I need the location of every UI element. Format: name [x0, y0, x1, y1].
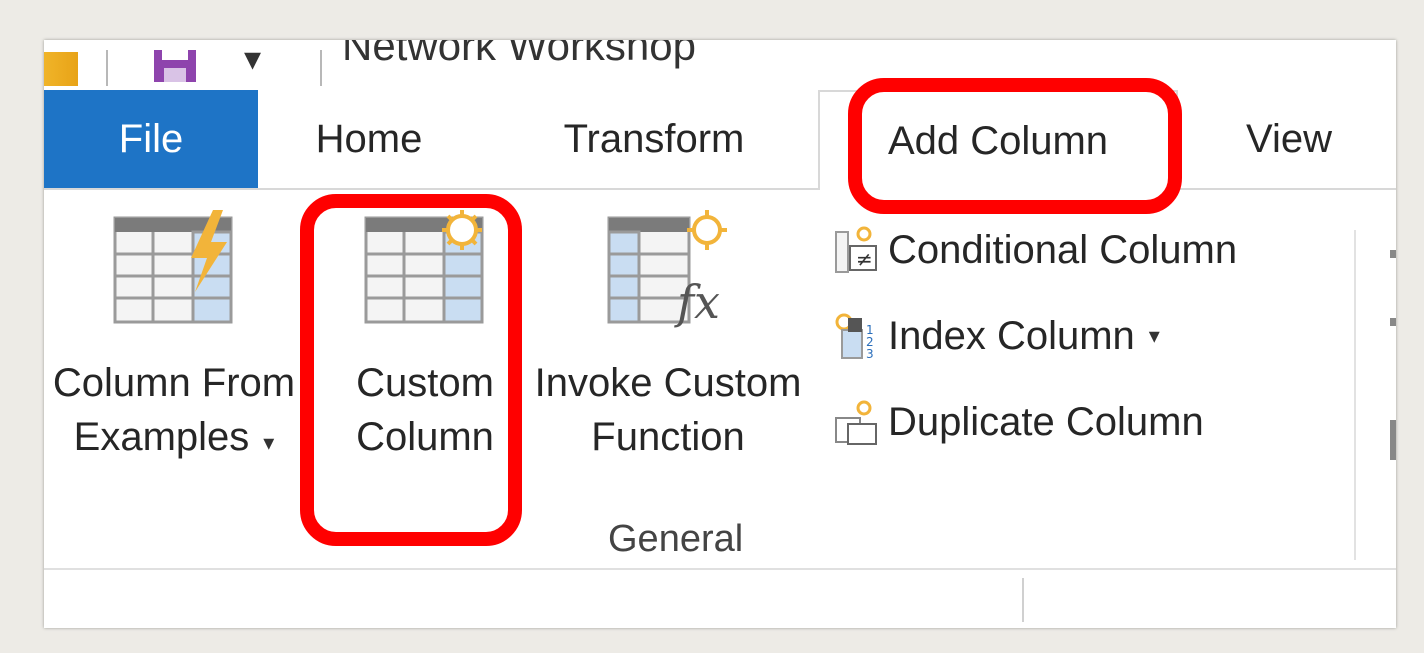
- column-from-examples-label-text: Examples: [73, 415, 250, 459]
- conditional-column-label: Conditional Column: [888, 227, 1238, 272]
- column-from-examples-label-line2: Examples ▾: [44, 410, 304, 470]
- conditional-column-button[interactable]: ≠ Conditional Column: [834, 220, 1237, 280]
- highlight-custom-column-button: [300, 194, 522, 546]
- invoke-custom-function-button[interactable]: fx Invoke Custom Function: [518, 210, 818, 464]
- window-title: Network Workshop: [342, 40, 697, 69]
- ribbon-group-separator: [1354, 230, 1356, 560]
- screenshot-frame: ▾ Network Workshop File Home Transform A…: [0, 0, 1424, 653]
- duplicate-column-icon: [835, 400, 877, 445]
- column-from-examples-icon: [113, 210, 233, 324]
- ribbon-group-label-general: General: [608, 518, 744, 560]
- tab-home[interactable]: Home: [294, 90, 444, 188]
- ribbon-tabs: File Home Transform Add Column View: [44, 90, 1396, 190]
- next-group-edge: [1390, 250, 1396, 258]
- formula-bar-area: [44, 568, 1396, 628]
- next-group-edge: [1390, 420, 1396, 460]
- tab-transform[interactable]: Transform: [534, 90, 774, 188]
- invoke-custom-function-label-line1: Invoke Custom: [534, 361, 802, 405]
- power-query-window: ▾ Network Workshop File Home Transform A…: [44, 40, 1396, 628]
- conditional-column-icon: ≠: [835, 226, 877, 273]
- invoke-custom-function-label-line2: Function: [591, 415, 745, 459]
- column-from-examples-button[interactable]: Column From Examples ▾: [44, 210, 304, 470]
- column-from-examples-label-line1: Column From: [52, 361, 296, 405]
- title-separator: [320, 50, 322, 86]
- duplicate-column-button[interactable]: Duplicate Column: [834, 392, 1204, 452]
- save-icon[interactable]: [154, 50, 196, 82]
- next-group-edge: [1390, 318, 1396, 326]
- bottom-separator: [1022, 578, 1024, 622]
- svg-text:fx: fx: [674, 275, 720, 328]
- ribbon-panel: Column From Examples ▾ Custom Column fx …: [44, 190, 1396, 568]
- svg-text:≠: ≠: [856, 247, 873, 271]
- highlight-add-column-tab: [848, 78, 1182, 214]
- quick-access-dropdown-icon[interactable]: ▾: [244, 42, 261, 76]
- index-column-icon: 1 2 3: [835, 313, 874, 360]
- tab-view[interactable]: View: [1224, 90, 1354, 188]
- title-bar: ▾ Network Workshop: [44, 40, 1396, 90]
- chevron-down-icon[interactable]: ▾: [1149, 323, 1160, 349]
- index-column-label: Index Column: [888, 313, 1135, 358]
- duplicate-column-label: Duplicate Column: [888, 399, 1204, 444]
- title-separator: [106, 50, 108, 86]
- index-column-button[interactable]: 1 2 3 Index Column ▾: [834, 306, 1160, 366]
- chevron-down-icon: ▾: [263, 430, 275, 455]
- invoke-custom-function-icon: fx: [607, 210, 727, 328]
- app-icon: [44, 52, 78, 86]
- tab-file[interactable]: File: [44, 90, 258, 188]
- svg-text:3: 3: [866, 347, 874, 360]
